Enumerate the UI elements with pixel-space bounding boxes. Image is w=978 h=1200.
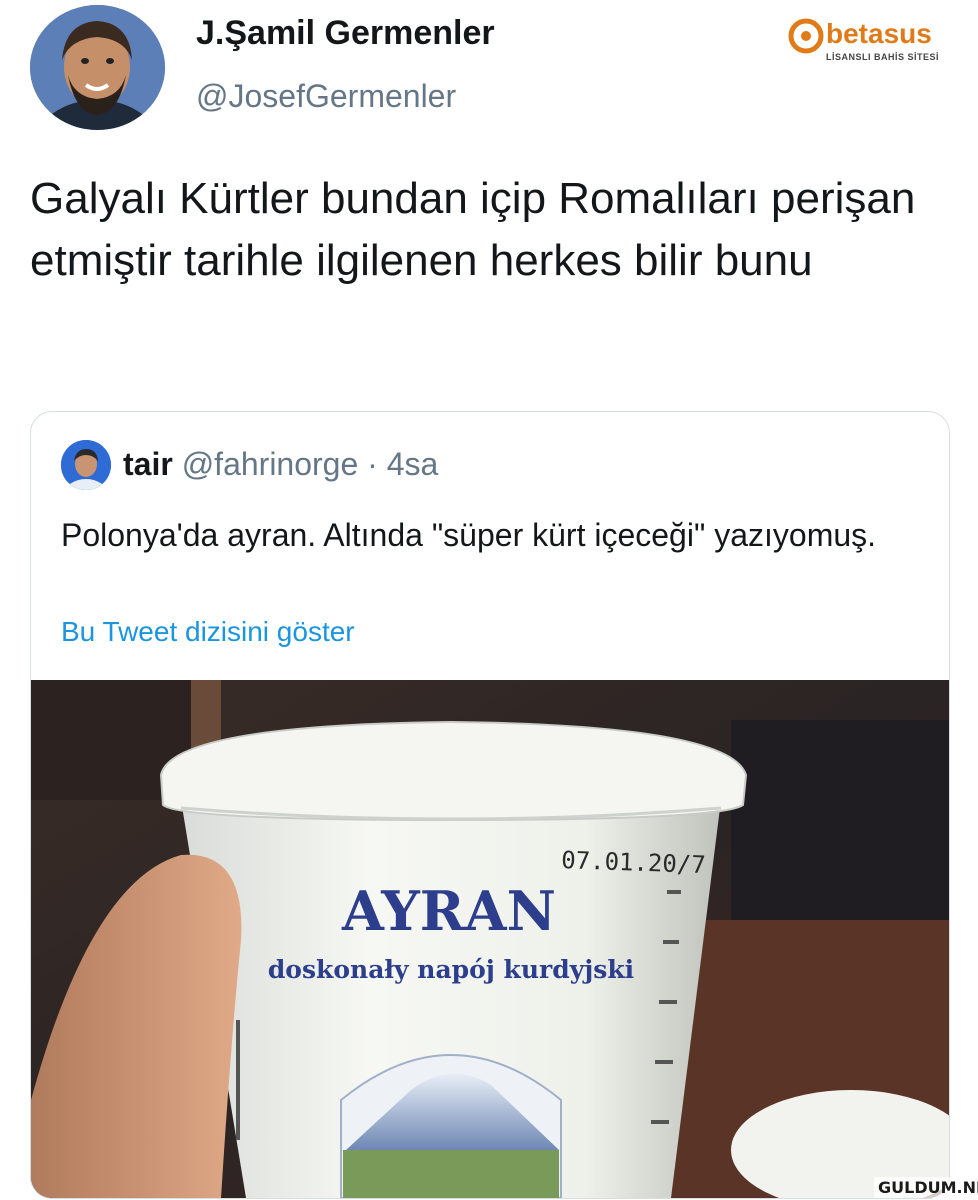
cup-rim bbox=[159, 720, 748, 822]
betasus-watermark: betasus LİSANSLI BAHİS SİTESİ bbox=[786, 14, 948, 64]
author-handle[interactable]: @JosefGermenler bbox=[196, 78, 456, 115]
quoted-author-avatar[interactable] bbox=[61, 440, 111, 490]
quoted-tweet-photo[interactable]: 07.01.20/7 AYRAN doskonały napój kurdyjs… bbox=[31, 680, 949, 1198]
betasus-logo-icon bbox=[788, 18, 824, 54]
quoted-tweet-time[interactable]: 4sa bbox=[387, 446, 439, 482]
cup-brand-label: AYRAN bbox=[341, 879, 556, 943]
watermark-subtitle: LİSANSLI BAHİS SİTESİ bbox=[826, 52, 940, 62]
watermark-brand: betasus bbox=[826, 18, 932, 49]
quoted-tweet-header: tair @fahrinorge · 4sa bbox=[123, 446, 438, 483]
cup-tagline-label: doskonały napój kurdyjski bbox=[268, 955, 634, 984]
quoted-author-handle[interactable]: @fahrinorge bbox=[182, 446, 359, 482]
header-separator: · bbox=[367, 446, 378, 482]
site-watermark: GULDUM.NET bbox=[874, 1177, 978, 1198]
quoted-author-name[interactable]: tair bbox=[123, 446, 173, 482]
show-thread-link[interactable]: Bu Tweet dizisini göster bbox=[61, 616, 355, 648]
quoted-tweet-text: Polonya'da ayran. Altında "süper kürt iç… bbox=[61, 517, 877, 553]
cup-date-stamp: 07.01.20/7 bbox=[561, 846, 706, 879]
quoted-tweet-card[interactable]: tair @fahrinorge · 4sa Polonya'da ayran.… bbox=[30, 411, 950, 1199]
tweet-text: Galyalı Kürtler bundan içip Romalıları p… bbox=[30, 174, 916, 285]
author-name[interactable]: J.Şamil Germenler bbox=[196, 14, 495, 53]
author-avatar[interactable] bbox=[30, 5, 165, 130]
